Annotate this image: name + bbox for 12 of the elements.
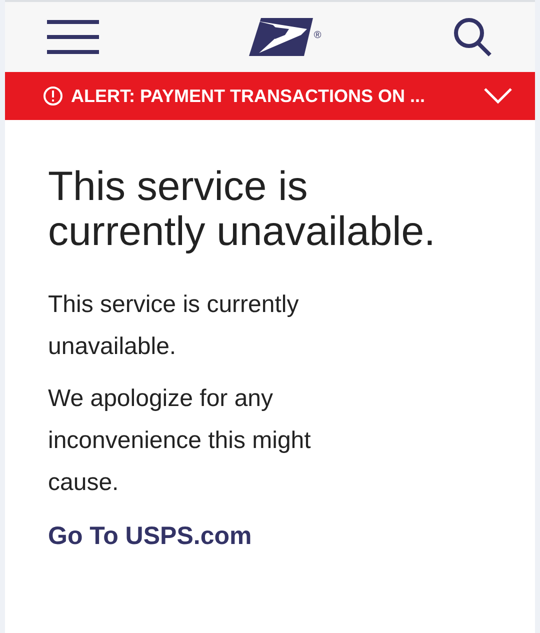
menu-icon[interactable] xyxy=(47,19,99,55)
alert-text: ALERT: PAYMENT TRANSACTIONS ON ... xyxy=(71,84,426,108)
chevron-icon[interactable] xyxy=(483,87,513,105)
usps-link[interactable]: Go To USPS.com xyxy=(48,518,252,556)
eagle-logo-icon[interactable] xyxy=(248,17,313,57)
alert-banner[interactable]: ALERT: PAYMENT TRANSACTIONS ON ... xyxy=(5,72,535,120)
page-heading: This service is currently unavailable. xyxy=(48,164,436,254)
message-text: This service is currently unavailable. xyxy=(48,290,300,362)
exclamation-icon xyxy=(43,86,63,106)
registered-mark: ® xyxy=(314,29,322,43)
search-icon[interactable] xyxy=(453,17,493,57)
message-text: We apologize for any inconvenience this might cause. xyxy=(48,384,312,498)
